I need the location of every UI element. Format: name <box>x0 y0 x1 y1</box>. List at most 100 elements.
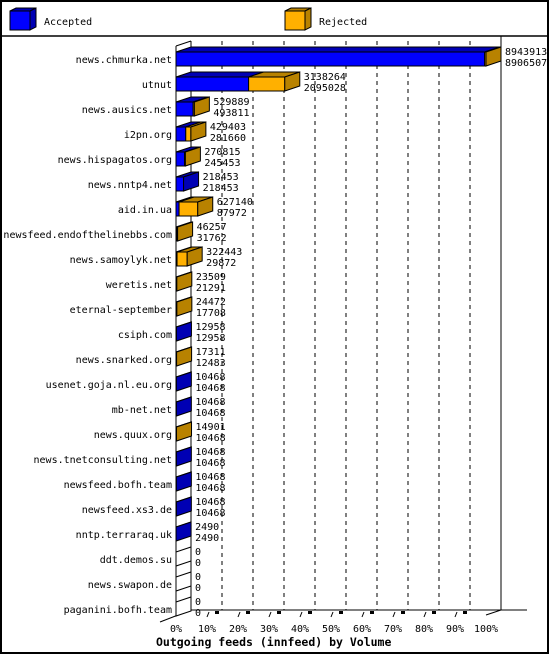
legend-cube-front <box>9 10 31 31</box>
category-label: news.nntp4.net <box>88 180 172 191</box>
x-tick-shadow <box>277 611 281 614</box>
legend-label-rejected: Rejected <box>319 17 367 28</box>
category-label: newsfeed.xs3.de <box>82 505 172 516</box>
value-label-accepted: 10468 <box>195 483 225 494</box>
chart-border <box>0 0 549 654</box>
value-label-total: 8943913 <box>505 47 547 58</box>
bar-rejected <box>185 126 192 142</box>
value-label-accepted: 218453 <box>203 183 239 194</box>
bar-accepted <box>175 151 186 167</box>
category-label: aid.in.ua <box>118 205 172 216</box>
value-label-accepted: 21291 <box>196 283 226 294</box>
x-tick-label: 60% <box>353 624 371 635</box>
value-label-accepted: 87972 <box>217 208 247 219</box>
value-label-accepted: 12958 <box>195 333 225 344</box>
category-label: news.snarked.org <box>76 355 172 366</box>
bar-rejected <box>176 251 188 267</box>
bar-row: 429403281660 <box>175 121 246 144</box>
bar-accepted <box>175 176 185 192</box>
bar-row: 31382642095028 <box>175 71 346 94</box>
value-label-accepted: 17708 <box>196 308 226 319</box>
value-label-accepted: 2095028 <box>304 83 346 94</box>
category-label: news.swapon.de <box>88 580 172 591</box>
x-tick-label: 80% <box>415 624 433 635</box>
value-label-accepted: 8906507 <box>505 58 547 69</box>
value-label-accepted: 12483 <box>196 358 226 369</box>
category-label: news.hispagatos.org <box>58 155 172 166</box>
category-label: csiph.com <box>118 330 172 341</box>
legend-swatch-accepted-icon <box>9 7 37 31</box>
value-label-total: 23509 <box>196 272 226 283</box>
value-label-total: 627140 <box>217 197 253 208</box>
value-label-accepted: 0 <box>195 608 201 619</box>
x-tick-shadow <box>370 611 374 614</box>
value-label-total: 529889 <box>213 97 249 108</box>
value-label-total: 0 <box>195 572 201 583</box>
value-label-total: 10468 <box>195 447 225 458</box>
x-tick-label: 0% <box>170 624 182 635</box>
value-label-total: 2490 <box>195 522 219 533</box>
category-label: nntp.terraraq.uk <box>76 530 172 541</box>
category-label: mb-net.net <box>112 405 172 416</box>
category-label: newsfeed.bofh.team <box>64 480 172 491</box>
x-tick-label: 100% <box>474 624 498 635</box>
value-label-total: 14901 <box>196 422 226 433</box>
value-label-accepted: 10468 <box>195 383 225 394</box>
value-label-accepted: 10468 <box>195 458 225 469</box>
category-label: news.ausics.net <box>82 105 172 116</box>
x-tick-shadow <box>432 611 436 614</box>
legend-label-accepted: Accepted <box>44 17 92 28</box>
value-label-total: 24472 <box>196 297 226 308</box>
category-label: news.tnetconsulting.net <box>34 455 172 466</box>
innfeed-volume-chart: Accepted Rejected 8943913890650731382642… <box>0 0 549 654</box>
category-label: paganini.bofh.team <box>64 605 172 616</box>
bar-accepted <box>175 126 187 142</box>
bar-accepted <box>175 76 250 92</box>
category-label: weretis.net <box>106 280 172 291</box>
bar-accepted <box>175 101 194 117</box>
x-tick-label: 70% <box>384 624 402 635</box>
x-tick-label: 10% <box>198 624 216 635</box>
value-label-accepted: 31762 <box>197 233 227 244</box>
value-label-total: 429403 <box>210 122 246 133</box>
bar-row: 218453218453 <box>175 171 239 194</box>
x-tick-shadow <box>246 611 250 614</box>
x-tick-shadow <box>308 611 312 614</box>
value-label-accepted: 493811 <box>213 108 249 119</box>
value-label-total: 10468 <box>195 372 225 383</box>
value-label-total: 12958 <box>195 322 225 333</box>
x-tick-shadow <box>463 611 467 614</box>
value-label-total: 17311 <box>196 347 226 358</box>
bar-row: 529889493811 <box>175 96 249 119</box>
value-label-accepted: 0 <box>195 558 201 569</box>
x-tick-label: 30% <box>260 624 278 635</box>
value-label-total: 10468 <box>195 397 225 408</box>
x-tick-shadow <box>339 611 343 614</box>
x-tick-label: 40% <box>291 624 309 635</box>
bar-rejected <box>248 76 286 92</box>
bar-accepted <box>175 51 486 67</box>
value-label-total: 218453 <box>203 172 239 183</box>
category-label: utnut <box>142 80 172 91</box>
value-label-total: 10468 <box>195 497 225 508</box>
value-label-accepted: 10468 <box>195 508 225 519</box>
category-label: newsfeed.endofthelinebbs.com <box>3 230 172 241</box>
value-label-accepted: 245453 <box>204 158 240 169</box>
value-label-total: 10468 <box>195 472 225 483</box>
value-label-total: 0 <box>195 547 201 558</box>
value-label-total: 46257 <box>197 222 227 233</box>
value-label-accepted: 29872 <box>206 258 236 269</box>
x-tick-label: 90% <box>446 624 464 635</box>
category-label: usenet.goja.nl.eu.org <box>46 380 172 391</box>
value-label-total: 0 <box>195 597 201 608</box>
value-label-total: 322443 <box>206 247 242 258</box>
bar-row: 32244329872 <box>175 246 242 269</box>
legend-cube-side <box>29 7 37 31</box>
category-label: ddt.demos.su <box>100 555 172 566</box>
value-label-total: 270815 <box>204 147 240 158</box>
value-label-accepted: 10468 <box>196 433 226 444</box>
legend-swatch-rejected-icon <box>284 7 312 31</box>
value-label-total: 3138264 <box>304 72 346 83</box>
chart-title: Outgoing feeds (innfeed) by Volume <box>156 635 391 649</box>
x-tick-label: 50% <box>322 624 340 635</box>
